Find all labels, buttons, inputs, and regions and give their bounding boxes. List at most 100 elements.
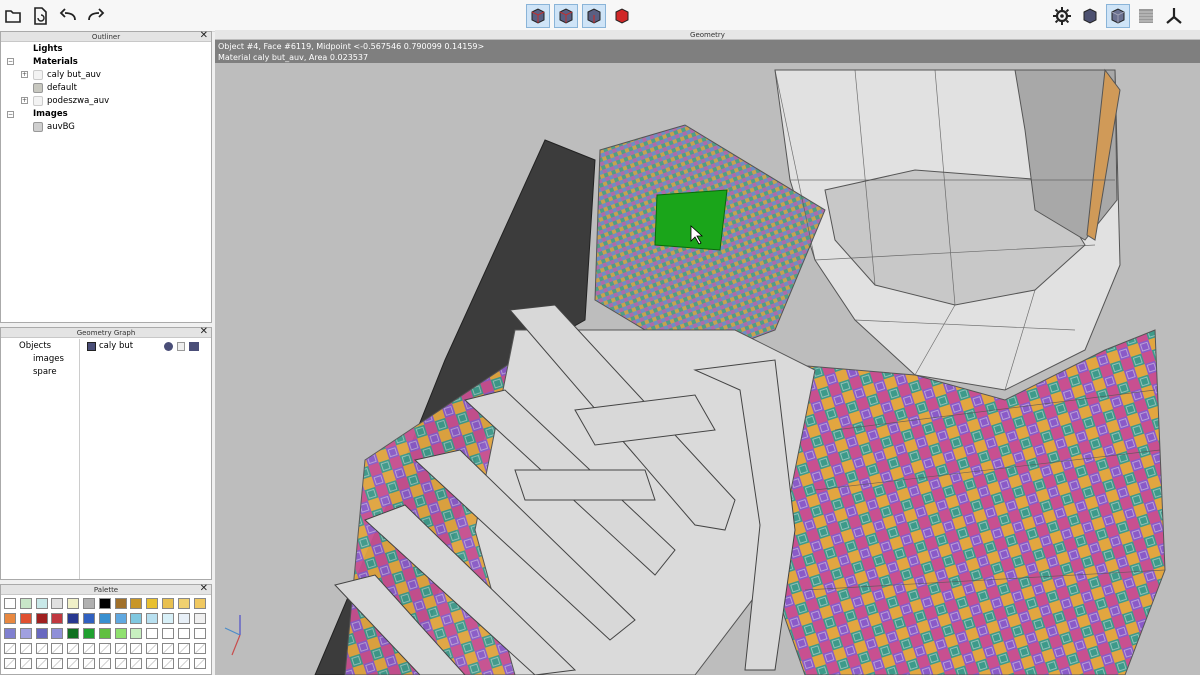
collapse-icon[interactable]: −: [7, 58, 14, 65]
graph-object-caly-but[interactable]: caly but: [99, 340, 133, 353]
palette-swatch-empty[interactable]: [146, 658, 159, 669]
palette-swatch-empty[interactable]: [114, 658, 127, 669]
view-cube-side-icon[interactable]: [554, 4, 578, 28]
palette-swatch-empty[interactable]: [83, 658, 95, 669]
palette-swatch[interactable]: [130, 628, 143, 639]
palette-swatch-empty[interactable]: [19, 643, 32, 654]
tree-item-materials[interactable]: Materials: [33, 56, 78, 69]
palette-swatch-empty[interactable]: [162, 658, 174, 669]
graph-item-spare[interactable]: spare: [33, 366, 57, 379]
undo-icon[interactable]: [56, 4, 80, 28]
palette-swatch[interactable]: [146, 598, 159, 609]
view-cube-top-icon[interactable]: [582, 4, 606, 28]
palette-swatch[interactable]: [83, 613, 95, 624]
palette-swatch[interactable]: [19, 613, 32, 624]
graph-item-images[interactable]: images: [33, 353, 64, 366]
palette-swatch-empty[interactable]: [193, 643, 206, 654]
palette-swatch[interactable]: [98, 613, 111, 624]
tree-item-default[interactable]: default: [47, 82, 77, 95]
import-icon[interactable]: [28, 4, 52, 28]
palette-swatch-empty[interactable]: [193, 658, 206, 669]
palette-swatch-empty[interactable]: [67, 658, 80, 669]
palette-swatch-empty[interactable]: [114, 643, 127, 654]
palette-swatch-empty[interactable]: [4, 643, 16, 654]
palette-swatch[interactable]: [67, 628, 80, 639]
close-icon[interactable]: ✕: [200, 584, 208, 594]
shoe-mesh-render[interactable]: [215, 30, 1200, 675]
palette-swatch-empty[interactable]: [67, 643, 80, 654]
palette-swatch-empty[interactable]: [4, 658, 16, 669]
palette-swatch[interactable]: [177, 613, 190, 624]
geometry-viewport[interactable]: Geometry Object #4, Face #6119, Midpoint…: [215, 30, 1200, 675]
palette-swatch-empty[interactable]: [35, 643, 48, 654]
palette-swatch[interactable]: [114, 628, 127, 639]
tree-item-images[interactable]: Images: [33, 108, 68, 121]
texture-gradient-icon[interactable]: [1134, 4, 1158, 28]
palette-swatch[interactable]: [35, 628, 48, 639]
palette-swatch-empty[interactable]: [19, 658, 32, 669]
palette-swatch[interactable]: [193, 613, 206, 624]
tree-item-lights[interactable]: Lights: [33, 43, 63, 56]
palette-swatch[interactable]: [162, 598, 174, 609]
palette-swatch[interactable]: [98, 598, 111, 609]
palette-swatch[interactable]: [162, 613, 174, 624]
palette-swatch[interactable]: [114, 613, 127, 624]
palette-swatch[interactable]: [130, 598, 143, 609]
palette-swatch[interactable]: [177, 598, 190, 609]
palette-swatch[interactable]: [51, 613, 64, 624]
tree-item-podeszwa-auv[interactable]: podeszwa_auv: [47, 95, 109, 108]
view-cube-front-icon[interactable]: [526, 4, 550, 28]
palette-swatch-empty[interactable]: [146, 643, 159, 654]
palette-swatch[interactable]: [4, 598, 16, 609]
open-folder-icon[interactable]: [2, 4, 26, 28]
close-icon[interactable]: ✕: [200, 327, 208, 337]
palette-swatch-empty[interactable]: [98, 643, 111, 654]
palette-swatch-empty[interactable]: [177, 643, 190, 654]
shaded-cube-icon[interactable]: [1078, 4, 1102, 28]
palette-swatch[interactable]: [146, 613, 159, 624]
tree-item-auvbg[interactable]: auvBG: [47, 121, 75, 134]
palette-swatch[interactable]: [4, 628, 16, 639]
palette-swatch[interactable]: [35, 613, 48, 624]
palette-swatch-empty[interactable]: [35, 658, 48, 669]
palette-swatch[interactable]: [19, 628, 32, 639]
palette-swatch[interactable]: [83, 598, 95, 609]
close-icon[interactable]: ✕: [200, 31, 208, 41]
expand-icon[interactable]: +: [21, 97, 28, 104]
palette-swatch-empty[interactable]: [51, 643, 64, 654]
palette-swatch[interactable]: [193, 598, 206, 609]
view-cube-red-icon[interactable]: [610, 4, 634, 28]
collapse-icon[interactable]: −: [7, 111, 14, 118]
palette-swatch[interactable]: [67, 613, 80, 624]
axes-gizmo-icon[interactable]: [1162, 4, 1186, 28]
palette-swatch[interactable]: [51, 628, 64, 639]
graph-item-objects[interactable]: Objects: [19, 340, 51, 353]
palette-swatch[interactable]: [114, 598, 127, 609]
palette-swatch[interactable]: [19, 598, 32, 609]
settings-gear-icon[interactable]: [1050, 4, 1074, 28]
visibility-icon[interactable]: [164, 342, 173, 351]
palette-swatch-empty[interactable]: [51, 658, 64, 669]
palette-swatch[interactable]: [67, 598, 80, 609]
render-cube-icon[interactable]: [189, 342, 199, 351]
palette-swatch[interactable]: [51, 598, 64, 609]
palette-swatch-empty[interactable]: [177, 658, 190, 669]
palette-swatch[interactable]: [146, 628, 159, 639]
palette-swatch-empty[interactable]: [130, 643, 143, 654]
palette-swatch[interactable]: [4, 613, 16, 624]
redo-icon[interactable]: [84, 4, 108, 28]
palette-swatch[interactable]: [193, 628, 206, 639]
palette-swatch[interactable]: [162, 628, 174, 639]
palette-swatch[interactable]: [98, 628, 111, 639]
palette-swatch[interactable]: [177, 628, 190, 639]
palette-swatch-empty[interactable]: [83, 643, 95, 654]
lock-icon[interactable]: [177, 342, 185, 351]
wireframe-cube-icon[interactable]: [1106, 4, 1130, 28]
palette-swatch[interactable]: [35, 598, 48, 609]
palette-swatch[interactable]: [130, 613, 143, 624]
palette-swatch-empty[interactable]: [98, 658, 111, 669]
expand-icon[interactable]: +: [21, 71, 28, 78]
palette-swatch-empty[interactable]: [162, 643, 174, 654]
palette-swatch-empty[interactable]: [130, 658, 143, 669]
tree-item-caly-but-auv[interactable]: caly but_auv: [47, 69, 101, 82]
